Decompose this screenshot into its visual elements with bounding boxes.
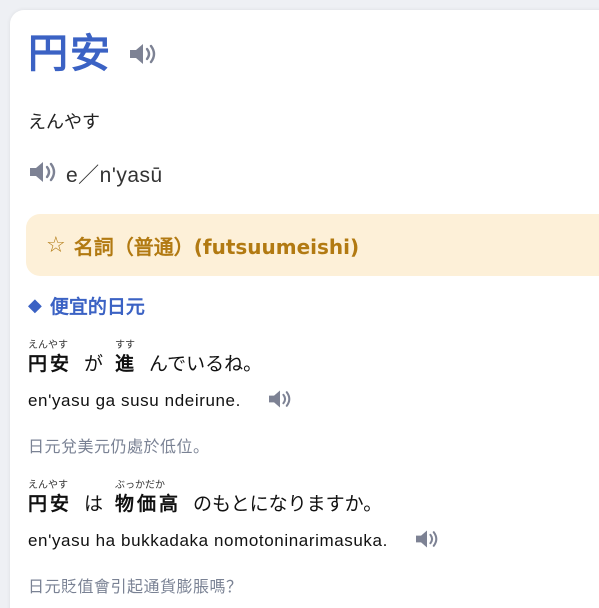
sentence-segment: すす 進 bbox=[115, 339, 137, 376]
pronunciation-text: e／n'yasū bbox=[66, 164, 163, 187]
sentence-segment: のもとになりますか。 bbox=[193, 479, 382, 516]
sentence-segment: は bbox=[84, 479, 103, 516]
furigana: すす bbox=[115, 340, 136, 351]
diamond-icon: ◆ bbox=[28, 295, 42, 316]
romaji-text: en'yasu ha bukkadaka nomotoninarimasuka. bbox=[28, 531, 388, 550]
part-of-speech-box: ☆ 名詞（普通）(futsuumeishi) bbox=[26, 214, 599, 276]
word-header: 円安 bbox=[28, 32, 158, 76]
segment-text: が bbox=[84, 353, 104, 375]
furigana: ぶっかだか bbox=[115, 480, 166, 491]
furigana: えんやす bbox=[28, 480, 68, 491]
romaji-row: en'yasu ha bukkadaka nomotoninarimasuka. bbox=[28, 528, 440, 554]
segment-text: は bbox=[84, 493, 104, 515]
sentence-segment: ぶっかだか 物価高 bbox=[115, 479, 181, 516]
japanese-sentence: えんやす 円安 は ぶっかだか 物価高 のもとになりますか。 bbox=[28, 478, 440, 516]
furigana: えんやす bbox=[28, 340, 68, 351]
segment-text: 進 bbox=[115, 353, 138, 375]
segment-text: 円安 bbox=[28, 493, 73, 515]
segment-text: のもとになりますか。 bbox=[193, 493, 383, 515]
segment-text: 円安 bbox=[28, 353, 73, 375]
example-sentence: えんやす 円安 が すす 進 んでいるね。 en'yasu ga susu nd… bbox=[28, 338, 293, 457]
speaker-icon[interactable] bbox=[128, 41, 158, 71]
speaker-icon[interactable] bbox=[267, 388, 293, 414]
sentence-segment: が bbox=[84, 339, 103, 376]
japanese-sentence: えんやす 円安 が すす 進 んでいるね。 bbox=[28, 338, 293, 376]
translation-text: 日元貶值會引起通貨膨脹嗎？ bbox=[28, 577, 243, 596]
speaker-icon[interactable] bbox=[414, 528, 440, 554]
part-of-speech-label: 名詞（普通）(futsuumeishi) bbox=[73, 234, 360, 259]
pronunciation-row: e／n'yasū bbox=[28, 159, 163, 189]
word-title: 円安 bbox=[28, 31, 112, 77]
translation-text: 日元兌美元仍處於低位。 bbox=[28, 437, 210, 456]
star-icon: ☆ bbox=[46, 232, 66, 258]
sentence-segment: んでいるね。 bbox=[149, 339, 262, 376]
word-card: 円安 えんやす e／n'yasū ☆ 名詞（普通）(futsuumeishi)… bbox=[10, 10, 599, 608]
meaning-text: 便宜的日元 bbox=[49, 296, 145, 318]
segment-text: んでいるね。 bbox=[149, 353, 263, 375]
word-reading: えんやす bbox=[28, 112, 100, 133]
sentence-segment: えんやす 円安 bbox=[28, 479, 72, 516]
romaji-text: en'yasu ga susu ndeirune. bbox=[28, 391, 241, 410]
meaning-row: ◆ 便宜的日元 bbox=[28, 292, 145, 319]
sentence-segment: えんやす 円安 bbox=[28, 339, 72, 376]
example-sentence: えんやす 円安 は ぶっかだか 物価高 のもとになりますか。 en'yasu h… bbox=[28, 478, 440, 597]
segment-text: 物価高 bbox=[115, 493, 182, 515]
speaker-icon[interactable] bbox=[28, 159, 58, 189]
romaji-row: en'yasu ga susu ndeirune. bbox=[28, 388, 293, 414]
